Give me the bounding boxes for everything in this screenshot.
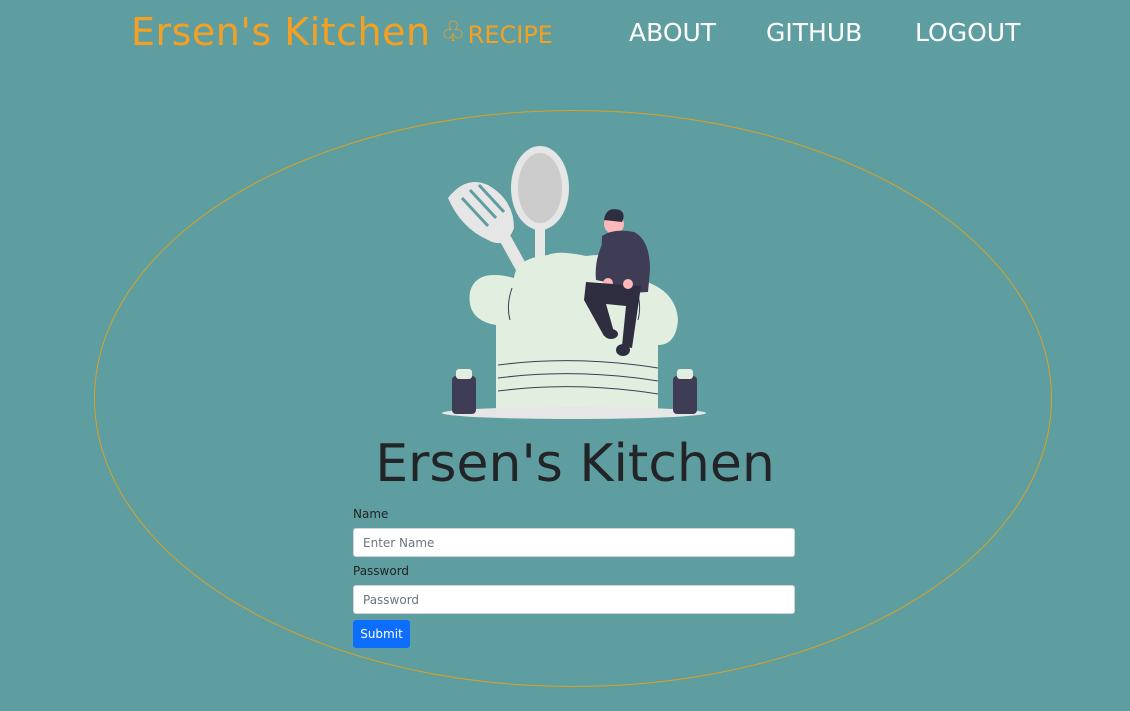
chef-hat-illustration [442, 146, 706, 419]
salt-shaker-icon [452, 369, 476, 414]
name-input[interactable] [353, 528, 795, 557]
brand-name: Ersen's Kitchen [131, 10, 431, 54]
navbar: Ersen's Kitchen ♧RECIPE ABOUT GITHUB LOGO… [0, 0, 1130, 70]
submit-button[interactable]: Submit [353, 620, 410, 648]
brand-link[interactable]: Ersen's Kitchen ♧RECIPE [131, 10, 553, 54]
pepper-shaker-icon [673, 369, 697, 414]
club-icon: ♧ [440, 15, 466, 48]
brand-subtitle: RECIPE [467, 21, 553, 49]
nav-logout-link[interactable]: LOGOUT [915, 18, 1020, 47]
nav-github-link[interactable]: GITHUB [766, 18, 862, 47]
password-label: Password [353, 564, 410, 578]
login-form: Name Password Submit [353, 506, 795, 648]
nav-about-link[interactable]: ABOUT [629, 18, 716, 47]
page-title: Ersen's Kitchen [375, 434, 775, 494]
password-input[interactable] [353, 585, 795, 614]
plate-shape [442, 407, 706, 419]
name-label: Name [353, 507, 389, 521]
